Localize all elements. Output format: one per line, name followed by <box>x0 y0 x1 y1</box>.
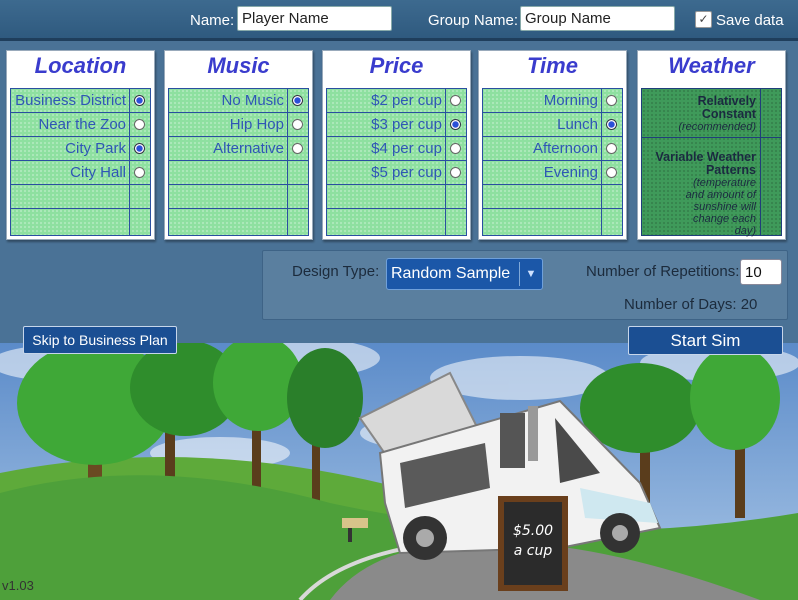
option-label: City Park <box>65 140 126 157</box>
radio-button[interactable] <box>606 143 617 154</box>
location-title: Location <box>34 53 127 78</box>
option-label: Morning <box>543 92 598 109</box>
radio-button[interactable] <box>450 167 461 178</box>
radio-button[interactable] <box>292 119 303 130</box>
option-label: Near the Zoo <box>38 116 126 133</box>
name-label: Name: <box>190 12 235 29</box>
food-truck-scene: $5.00 a cup <box>0 343 798 600</box>
location-panel: Location Business District Near the Zoo … <box>6 50 155 240</box>
time-option-lunch[interactable]: Lunch <box>483 113 622 137</box>
music-option-no-music[interactable]: No Music <box>169 89 308 113</box>
time-option-evening[interactable]: Evening <box>483 161 622 185</box>
option-label: Business District <box>15 92 126 109</box>
version-label: v1.03 <box>2 578 34 593</box>
weather-option-title: Variable Weather Patterns <box>655 150 756 177</box>
option-label: Evening <box>543 164 598 181</box>
price-option-4[interactable]: $4 per cup <box>327 137 466 161</box>
radio-button[interactable] <box>450 119 461 130</box>
empty-row <box>11 185 150 209</box>
radio-button[interactable] <box>292 143 303 154</box>
option-label: Alternative <box>213 140 284 157</box>
radio-button[interactable] <box>134 119 145 130</box>
design-type-value: Random Sample <box>391 265 511 282</box>
empty-row <box>327 209 466 233</box>
chevron-down-icon: ▼ <box>519 262 542 286</box>
empty-row <box>169 185 308 209</box>
time-option-morning[interactable]: Morning <box>483 89 622 113</box>
weather-option-note: (temperature and amount of sunshine will… <box>685 177 756 237</box>
price-panel: Price $2 per cup $3 per cup $4 per cup $… <box>322 50 471 240</box>
sign-price-text: $5.00 <box>513 523 553 539</box>
music-panel: Music No Music Hip Hop Alternative <box>164 50 313 240</box>
weather-title: Weather <box>668 53 755 78</box>
option-label: $2 per cup <box>371 92 442 109</box>
option-label: $3 per cup <box>371 116 442 133</box>
design-type-label: Design Type: <box>292 263 380 280</box>
empty-row <box>11 209 150 233</box>
save-data-label: Save data <box>716 12 784 29</box>
repetitions-label: Number of Repetitions: <box>586 263 740 280</box>
radio-button[interactable] <box>450 143 461 154</box>
price-options: $2 per cup $3 per cup $4 per cup $5 per … <box>326 88 467 236</box>
option-label: $5 per cup <box>371 164 442 181</box>
group-name-input[interactable] <box>520 6 675 31</box>
location-option-near-zoo[interactable]: Near the Zoo <box>11 113 150 137</box>
price-option-3[interactable]: $3 per cup <box>327 113 466 137</box>
repetitions-input[interactable] <box>740 259 782 285</box>
music-options: No Music Hip Hop Alternative <box>168 88 309 236</box>
time-title: Time <box>527 53 578 78</box>
location-option-business-district[interactable]: Business District <box>11 89 150 113</box>
music-title: Music <box>207 53 270 78</box>
start-sim-button[interactable]: Start Sim <box>628 326 783 355</box>
price-option-5[interactable]: $5 per cup <box>327 161 466 185</box>
price-option-2[interactable]: $2 per cup <box>327 89 466 113</box>
empty-row <box>483 209 622 233</box>
empty-row <box>169 161 308 185</box>
design-type-select[interactable]: Random Sample ▼ <box>386 258 543 290</box>
radio-button[interactable] <box>134 167 145 178</box>
top-bar: Name: Group Name: ✓ Save data <box>0 0 798 41</box>
radio-button[interactable] <box>450 95 461 106</box>
option-label: City Hall <box>70 164 126 181</box>
player-name-input[interactable] <box>237 6 392 31</box>
option-label: Afternoon <box>532 140 598 157</box>
weather-option-note: (recommended) <box>678 121 756 133</box>
empty-row <box>327 185 466 209</box>
music-option-hip-hop[interactable]: Hip Hop <box>169 113 308 137</box>
weather-options: Relatively Constant (recommended) Variab… <box>641 88 782 238</box>
save-data-checkbox[interactable]: ✓ <box>695 11 712 28</box>
location-option-city-hall[interactable]: City Hall <box>11 161 150 185</box>
location-option-city-park[interactable]: City Park <box>11 137 150 161</box>
option-label: Hip Hop <box>229 116 284 133</box>
radio-button[interactable] <box>606 95 617 106</box>
group-name-label: Group Name: <box>428 12 519 29</box>
sign-unit-text: a cup <box>514 543 553 559</box>
price-title: Price <box>369 53 424 78</box>
music-option-alternative[interactable]: Alternative <box>169 137 308 161</box>
weather-option-variable[interactable]: Variable Weather Patterns (temperature a… <box>642 150 760 238</box>
empty-row <box>483 185 622 209</box>
radio-button[interactable] <box>134 143 145 154</box>
price-sign: $5.00 a cup <box>498 496 568 591</box>
time-option-afternoon[interactable]: Afternoon <box>483 137 622 161</box>
radio-button[interactable] <box>292 95 303 106</box>
option-label: Lunch <box>557 116 598 133</box>
skip-to-business-plan-button[interactable]: Skip to Business Plan <box>23 326 177 354</box>
weather-panel: Weather Relatively Constant (recommended… <box>637 50 786 240</box>
option-label: $4 per cup <box>371 140 442 157</box>
time-options: Morning Lunch Afternoon Evening <box>482 88 623 236</box>
radio-button[interactable] <box>134 95 145 106</box>
empty-row <box>169 209 308 233</box>
weather-option-constant[interactable]: Relatively Constant (recommended) <box>642 94 760 134</box>
location-options: Business District Near the Zoo City Park… <box>10 88 151 236</box>
weather-option-title: Relatively Constant <box>697 94 756 121</box>
time-panel: Time Morning Lunch Afternoon Evening <box>478 50 627 240</box>
days-label: Number of Days: 20 <box>624 296 758 313</box>
radio-button[interactable] <box>606 167 617 178</box>
radio-button[interactable] <box>606 119 617 130</box>
option-label: No Music <box>221 92 284 109</box>
